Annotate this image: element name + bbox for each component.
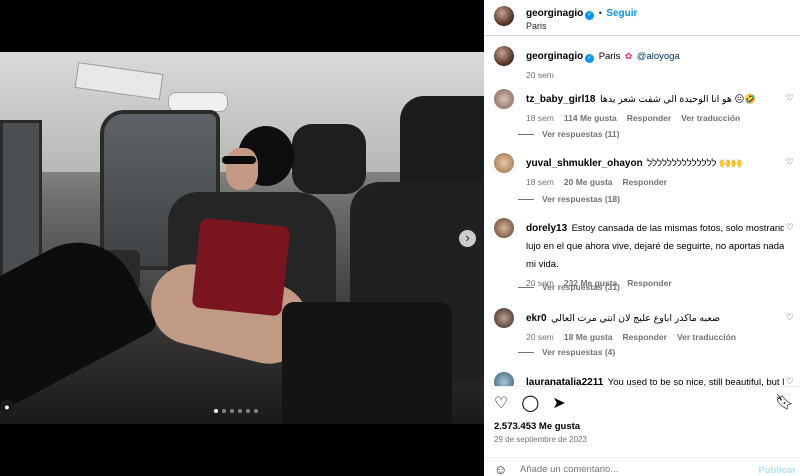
view-replies-label[interactable]: Ver respuestas (4)	[542, 347, 615, 357]
share-icon[interactable]: ➤	[552, 393, 565, 413]
heart-icon[interactable]: ♡	[786, 93, 794, 104]
heart-icon[interactable]: ♡	[786, 312, 794, 323]
header-location[interactable]: Paris	[526, 21, 547, 31]
post-media: › ●	[0, 0, 484, 476]
comment-likes[interactable]: 20 Me gusta	[564, 177, 613, 187]
comment-likes[interactable]: 114 Me gusta	[564, 113, 617, 123]
publish-button[interactable]: Publicar	[759, 465, 797, 476]
view-replies-label[interactable]: Ver respuestas (18)	[542, 194, 620, 204]
view-replies[interactable]: Ver respuestas (4)	[518, 347, 615, 357]
verified-badge-icon: ✓	[585, 54, 595, 63]
translate-button[interactable]: Ver traducción	[681, 113, 740, 123]
reply-button[interactable]: Responder	[627, 278, 671, 288]
heart-icon[interactable]: ♡	[494, 393, 508, 413]
comment-username[interactable]: tz_baby_girl18	[526, 94, 595, 105]
likes-count[interactable]: 2.573.453 Me gusta	[494, 421, 580, 432]
translate-button[interactable]: Ver traducción	[677, 332, 736, 342]
carousel-dots	[214, 409, 258, 413]
comment-text: صعبه ماكدر اباوع عليج لان انتي مرت العال…	[551, 313, 721, 324]
view-replies[interactable]: Ver respuestas (11)	[518, 129, 620, 139]
carousel-dot	[230, 409, 234, 413]
divider	[518, 286, 534, 288]
avatar[interactable]	[494, 6, 514, 26]
comment-icon[interactable]: ◯	[521, 393, 539, 413]
reply-button[interactable]: Responder	[623, 332, 667, 342]
caption-mention[interactable]: @aloyoga	[637, 51, 680, 62]
avatar[interactable]	[494, 308, 514, 328]
car-light	[168, 92, 228, 112]
heart-icon[interactable]: ♡	[786, 222, 794, 233]
carousel-dot	[214, 409, 218, 413]
view-replies-label[interactable]: Ver respuestas (31)	[542, 282, 620, 292]
post-side-panel: georginagio ✓ • Seguir Paris georginagio ✓…	[484, 0, 800, 476]
comment-text: לללללללללללללל 🙌🙌	[647, 158, 743, 169]
add-comment-row: ☺ Publicar	[484, 457, 800, 476]
user-tag-icon[interactable]: ●	[0, 400, 14, 414]
emoji-icon[interactable]: ☺	[494, 462, 507, 476]
comment-username[interactable]: ekr0	[526, 313, 547, 324]
comment-time[interactable]: 18 sem	[526, 113, 554, 123]
comment-text: هو انا الوحيدة الي شفت شعر يدها 😐🤣	[599, 94, 757, 105]
comment-text-line: mi vida.	[526, 259, 559, 270]
carousel-dot	[238, 409, 242, 413]
divider	[518, 351, 534, 353]
reply-button[interactable]: Responder	[627, 113, 671, 123]
avatar[interactable]	[494, 153, 514, 173]
post-header: georginagio ✓ • Seguir Paris	[484, 0, 800, 36]
post-actions: ♡ ◯ ➤ 🔖︎ 2.573.453 Me gusta 29 de septie…	[484, 386, 800, 476]
divider	[518, 198, 534, 200]
black-handbag	[282, 302, 452, 424]
view-replies[interactable]: Ver respuestas (18)	[518, 194, 620, 204]
carousel-dot	[246, 409, 250, 413]
chevron-right-icon[interactable]: ›	[459, 230, 476, 247]
divider	[518, 133, 534, 135]
reply-button[interactable]: Responder	[623, 177, 667, 187]
woman-face	[226, 148, 258, 190]
comment-text-line: Estoy cansada de las mismas fotos, solo …	[571, 223, 784, 234]
header-dot: •	[598, 8, 602, 18]
red-handbag	[191, 217, 291, 317]
avatar[interactable]	[494, 218, 514, 238]
post-date[interactable]: 29 de septiembre de 2023	[494, 435, 587, 444]
carousel-dot	[222, 409, 226, 413]
heart-icon[interactable]: ♡	[786, 157, 794, 168]
comment-likes[interactable]: 18 Me gusta	[564, 332, 613, 342]
comment-time[interactable]: 20 sem	[526, 332, 554, 342]
verified-badge-icon: ✓	[585, 11, 595, 20]
comment-input[interactable]	[520, 464, 750, 475]
caption-location: Paris	[598, 51, 621, 62]
post-photo[interactable]	[0, 52, 484, 424]
comment-text-line: lujo en el que ahora vive, dejaré de seg…	[526, 241, 784, 252]
carousel-dot	[254, 409, 258, 413]
comment-time[interactable]: 18 sem	[526, 177, 554, 187]
avatar[interactable]	[494, 89, 514, 109]
view-replies-label[interactable]: Ver respuestas (11)	[542, 129, 620, 139]
follow-button[interactable]: Seguir	[606, 8, 637, 19]
avatar[interactable]	[494, 46, 514, 66]
sparkle-icon: ✿	[624, 51, 633, 61]
car-seat-headrest	[292, 124, 366, 194]
view-replies[interactable]: Ver respuestas (31)	[518, 282, 620, 292]
sunglasses	[222, 156, 256, 164]
caption-time[interactable]: 20 sem	[526, 70, 554, 80]
caption-username[interactable]: georginagio	[526, 51, 583, 62]
comment-username[interactable]: dorely13	[526, 223, 567, 234]
comment-username[interactable]: yuval_shmukler_ohayon	[526, 158, 643, 169]
bookmark-icon[interactable]: 🔖︎	[775, 393, 794, 411]
